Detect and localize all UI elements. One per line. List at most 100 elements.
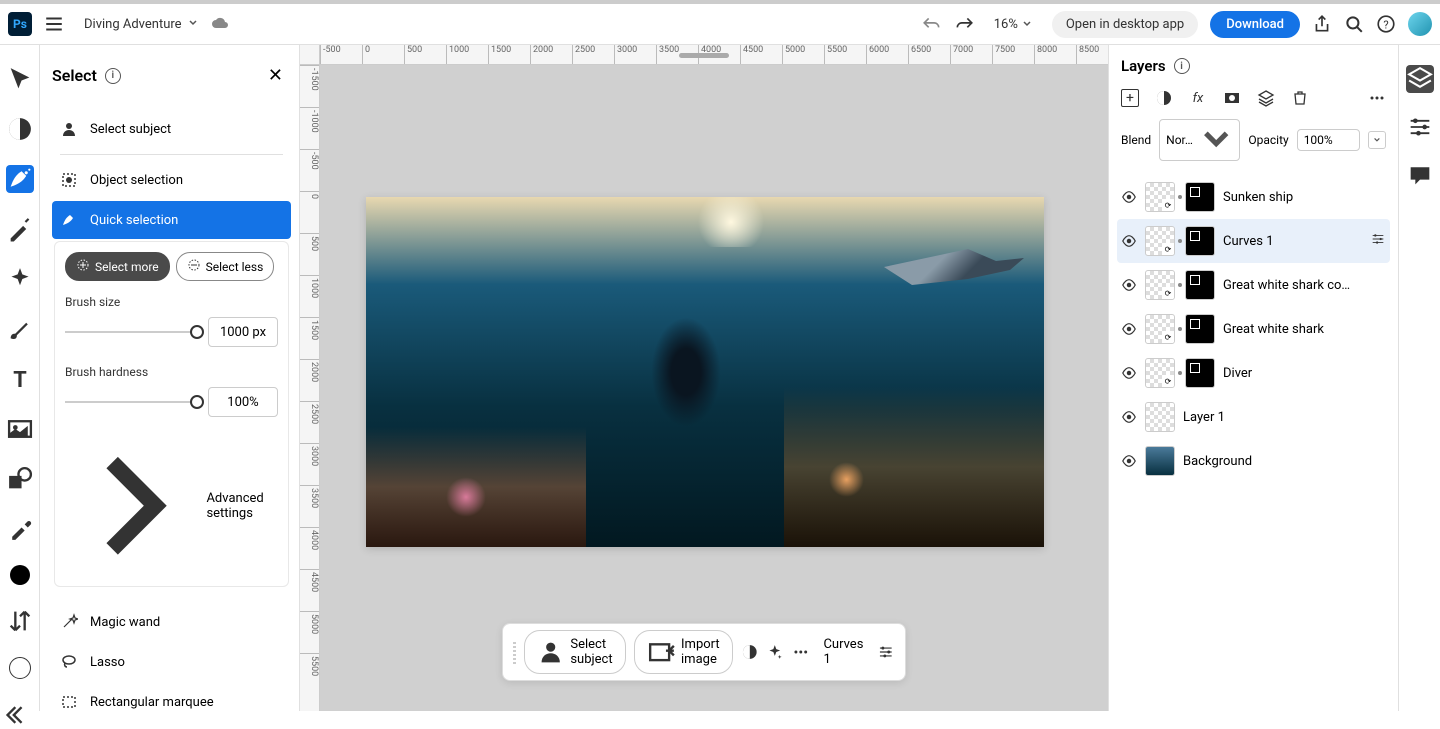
layer-thumb[interactable]: ⟳ bbox=[1145, 270, 1175, 300]
layer-mask-thumb[interactable] bbox=[1185, 182, 1215, 212]
chevron-down-icon[interactable] bbox=[1368, 131, 1386, 149]
scene-sun bbox=[691, 197, 771, 247]
adjustment-layer-button[interactable] bbox=[1155, 89, 1173, 107]
layer-row[interactable]: ⟳Great white shark bbox=[1117, 307, 1390, 351]
adjustments-tool[interactable] bbox=[6, 115, 34, 143]
layer-thumb[interactable] bbox=[1145, 402, 1175, 432]
download-button[interactable]: Download bbox=[1210, 11, 1300, 38]
select-panel: Select i ✕ Select subject Object selecti… bbox=[40, 45, 300, 711]
layer-thumb[interactable]: ⟳ bbox=[1145, 358, 1175, 388]
layer-row[interactable]: ⟳Sunken ship bbox=[1117, 175, 1390, 219]
layer-row[interactable]: Background bbox=[1117, 439, 1390, 483]
visibility-toggle[interactable] bbox=[1121, 409, 1137, 425]
undo-button[interactable] bbox=[922, 14, 942, 34]
select-more-button[interactable]: Select more bbox=[65, 252, 170, 281]
layer-mask-thumb[interactable] bbox=[1185, 358, 1215, 388]
select-subject-button[interactable]: Select subject bbox=[524, 630, 626, 674]
zoom-value: 16% bbox=[994, 17, 1018, 32]
open-desktop-button[interactable]: Open in desktop app bbox=[1052, 11, 1198, 38]
visibility-toggle[interactable] bbox=[1121, 277, 1137, 293]
foreground-color[interactable] bbox=[6, 565, 34, 585]
info-icon[interactable]: i bbox=[1174, 58, 1190, 74]
ruler-tick: 500 bbox=[404, 45, 446, 64]
object-selection-option[interactable]: Object selection bbox=[52, 161, 291, 199]
brush-hardness-input[interactable] bbox=[208, 387, 278, 417]
visibility-toggle[interactable] bbox=[1121, 365, 1137, 381]
layer-row[interactable]: ⟳Diver bbox=[1117, 351, 1390, 395]
scene-coral-pink bbox=[446, 477, 486, 517]
background-color[interactable] bbox=[6, 657, 34, 679]
share-icon[interactable] bbox=[1312, 14, 1332, 34]
opacity-input[interactable]: 100% bbox=[1297, 129, 1360, 151]
hamburger-menu[interactable] bbox=[44, 14, 64, 34]
layer-stack-button[interactable] bbox=[1257, 89, 1275, 107]
brush-size-slider[interactable] bbox=[65, 331, 198, 333]
brush-hardness-slider[interactable] bbox=[65, 401, 198, 403]
import-image-button[interactable]: Import image bbox=[634, 630, 733, 674]
layer-row[interactable]: ⟳Great white shark co… bbox=[1117, 263, 1390, 307]
select-less-button[interactable]: Select less bbox=[176, 252, 275, 281]
move-tool[interactable] bbox=[6, 65, 34, 93]
lasso-option[interactable]: Lasso bbox=[52, 643, 291, 681]
visibility-toggle[interactable] bbox=[1121, 189, 1137, 205]
layer-thumb[interactable]: ⟳ bbox=[1145, 182, 1175, 212]
layer-thumb[interactable]: ⟳ bbox=[1145, 226, 1175, 256]
eyedropper-tool[interactable] bbox=[6, 515, 34, 543]
sparkle-icon[interactable] bbox=[766, 640, 784, 664]
more-options-button[interactable] bbox=[1368, 89, 1386, 107]
select-subject-option[interactable]: Select subject bbox=[52, 110, 291, 148]
layer-mask-thumb[interactable] bbox=[1185, 314, 1215, 344]
canvas-area[interactable]: -500050010001500200025003000350040004500… bbox=[300, 45, 1108, 711]
add-layer-button[interactable]: + bbox=[1121, 89, 1139, 107]
select-tool[interactable] bbox=[6, 165, 34, 193]
quick-selection-option[interactable]: Quick selection bbox=[52, 201, 291, 239]
layer-mask-thumb[interactable] bbox=[1185, 226, 1215, 256]
collapse-toolbar[interactable] bbox=[6, 701, 34, 729]
shapes-tool[interactable] bbox=[6, 465, 34, 493]
layer-settings-icon[interactable] bbox=[1370, 231, 1386, 251]
image-tool[interactable] bbox=[6, 415, 34, 443]
help-icon[interactable]: ? bbox=[1376, 14, 1396, 34]
zoom-control[interactable]: 16% bbox=[994, 17, 1032, 32]
delete-layer-button[interactable] bbox=[1291, 89, 1309, 107]
chevron-right-icon bbox=[69, 441, 198, 570]
close-panel-button[interactable]: ✕ bbox=[264, 61, 287, 90]
fx-button[interactable]: fx bbox=[1189, 89, 1207, 107]
info-icon[interactable]: i bbox=[105, 68, 121, 84]
visibility-toggle[interactable] bbox=[1121, 233, 1137, 249]
visibility-toggle[interactable] bbox=[1121, 321, 1137, 337]
retouch-tool[interactable] bbox=[6, 215, 34, 243]
comments-rail-button[interactable] bbox=[1406, 161, 1434, 189]
scrollbar-indicator[interactable] bbox=[679, 53, 729, 58]
mask-button[interactable] bbox=[1223, 89, 1241, 107]
magic-wand-option[interactable]: Magic wand bbox=[52, 603, 291, 641]
more-icon[interactable] bbox=[792, 640, 810, 664]
brush-size-input[interactable] bbox=[208, 317, 278, 347]
redo-button[interactable] bbox=[954, 14, 974, 34]
layer-row[interactable]: Layer 1 bbox=[1117, 395, 1390, 439]
cloud-status-icon[interactable] bbox=[210, 14, 230, 34]
canvas-image[interactable] bbox=[366, 197, 1044, 547]
adjustments-icon[interactable] bbox=[741, 640, 759, 664]
layers-rail-button[interactable] bbox=[1406, 65, 1434, 93]
sliders-icon[interactable] bbox=[877, 640, 895, 664]
layer-mask-thumb[interactable] bbox=[1185, 270, 1215, 300]
swap-colors[interactable] bbox=[6, 607, 34, 635]
layer-thumb[interactable]: ⟳ bbox=[1145, 314, 1175, 344]
rect-marquee-option[interactable]: Rectangular marquee bbox=[52, 683, 291, 711]
document-title[interactable]: Diving Adventure bbox=[84, 17, 198, 32]
plus-circle-icon bbox=[76, 258, 90, 275]
layer-row[interactable]: ⟳Curves 1 bbox=[1117, 219, 1390, 263]
search-icon[interactable] bbox=[1344, 14, 1364, 34]
blend-mode-select[interactable]: Nor… bbox=[1159, 119, 1240, 161]
visibility-toggle[interactable] bbox=[1121, 453, 1137, 469]
layer-thumb[interactable] bbox=[1145, 446, 1175, 476]
advanced-settings-toggle[interactable]: Advanced settings bbox=[65, 435, 278, 576]
generative-tool[interactable] bbox=[6, 265, 34, 293]
ruler-tick: 2500 bbox=[300, 401, 319, 443]
user-avatar[interactable] bbox=[1408, 12, 1432, 36]
drag-handle[interactable] bbox=[513, 640, 516, 664]
text-tool[interactable]: T bbox=[6, 365, 34, 393]
properties-rail-button[interactable] bbox=[1406, 113, 1434, 141]
brush-tool[interactable] bbox=[6, 315, 34, 343]
